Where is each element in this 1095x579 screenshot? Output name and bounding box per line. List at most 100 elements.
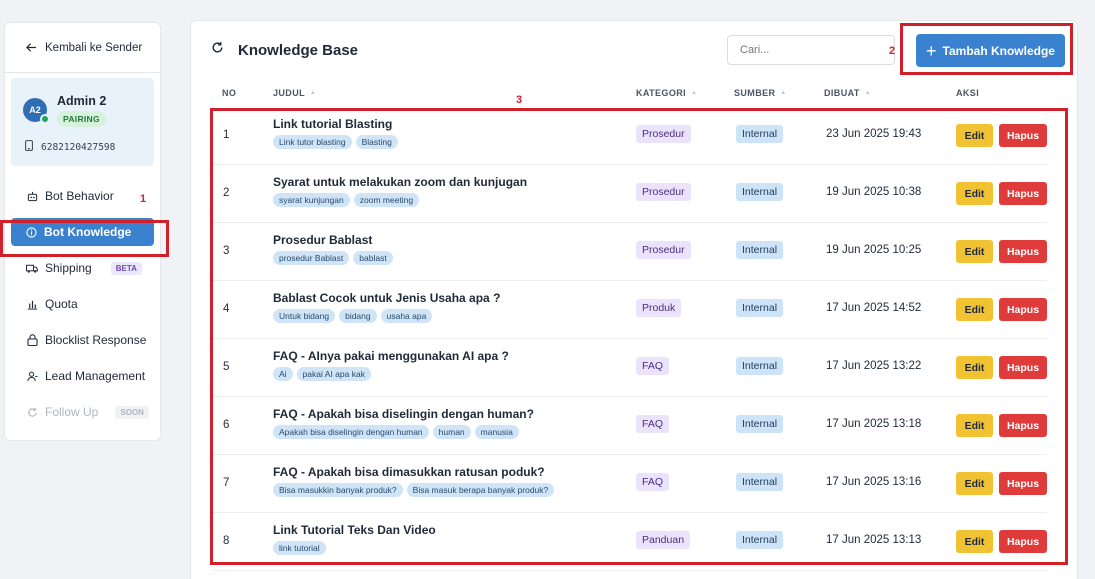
edit-button[interactable]: Edit [956, 356, 993, 379]
row-number: 6 [223, 419, 230, 431]
source-badge: Internal [736, 531, 784, 549]
column-header-kategori[interactable]: KATEGORI ▲ [636, 88, 697, 98]
edit-button[interactable]: Edit [956, 414, 993, 437]
annotation-number-1: 1 [140, 193, 147, 205]
column-header-judul[interactable]: JUDUL ▲ [273, 88, 316, 98]
edit-button[interactable]: Edit [956, 240, 993, 263]
row-tags: link tutorial [273, 541, 326, 555]
source-badge: Internal [736, 357, 784, 375]
table-row: 6 FAQ - Apakah bisa diselingin dengan hu… [211, 397, 1047, 455]
column-header-no: NO [222, 88, 237, 98]
created-date: 17 Jun 2025 13:13 [826, 534, 922, 546]
row-tags: Link tutor blasting Blasting [273, 135, 398, 149]
sidebar-item-label: Lead Management [45, 369, 146, 383]
tag-chip: syarat kunjungan [273, 193, 350, 207]
delete-button[interactable]: Hapus [999, 124, 1047, 147]
annotation-number-2: 2 [889, 45, 896, 57]
row-number: 3 [223, 245, 230, 257]
plus-icon: + [926, 40, 937, 61]
knowledge-base-panel: Knowledge Base + Tambah Knowledge NO JUD… [190, 20, 1078, 579]
phone-number: 6282120427598 [41, 141, 116, 153]
back-to-sender-link[interactable]: Kembali ke Sender [5, 23, 160, 73]
edit-button[interactable]: Edit [956, 472, 993, 495]
tag-chip: zoom meeting [353, 193, 420, 207]
tag-chip: Link tutor blasting [273, 135, 352, 149]
sidebar-item-bot-behavior[interactable]: Bot Behavior [5, 178, 160, 214]
category-badge: Panduan [636, 531, 691, 549]
sort-icon: ▲ [310, 90, 317, 96]
sidebar-item-follow-up: Follow Up SOON [5, 394, 160, 430]
created-date: 23 Jun 2025 19:43 [826, 128, 922, 140]
delete-button[interactable]: Hapus [999, 298, 1047, 321]
row-number: 5 [223, 361, 230, 373]
row-number: 7 [223, 477, 230, 489]
source-badge: Internal [736, 473, 784, 491]
table-row: 8 Link Tutorial Teks Dan Video link tuto… [211, 513, 1047, 571]
phone-icon [25, 140, 33, 154]
sidebar-item-blocklist-response[interactable]: Blocklist Response [5, 322, 160, 358]
back-label: Kembali ke Sender [45, 41, 143, 54]
arrow-left-icon [25, 42, 37, 54]
created-date: 19 Jun 2025 10:38 [826, 186, 922, 198]
sidebar-item-shipping[interactable]: Shipping BETA [5, 250, 160, 286]
delete-button[interactable]: Hapus [999, 182, 1047, 205]
category-badge: FAQ [636, 415, 670, 433]
row-title: FAQ - Apakah bisa dimasukkan ratusan pod… [273, 465, 545, 479]
row-number: 2 [223, 187, 230, 199]
edit-button[interactable]: Edit [956, 124, 993, 147]
row-title: FAQ - Apakah bisa diselingin dengan huma… [273, 407, 534, 421]
profile-name: Admin 2 [57, 94, 107, 108]
row-tags: Untuk bidang bidang usaha apa [273, 309, 433, 323]
table-row: 4 Bablast Cocok untuk Jenis Usaha apa ? … [211, 281, 1047, 339]
tag-chip: manusia [474, 425, 519, 439]
created-date: 17 Jun 2025 14:52 [826, 302, 922, 314]
online-status-dot [40, 114, 50, 124]
sort-icon: ▲ [691, 90, 698, 96]
column-header-aksi: AKSI [956, 88, 980, 98]
sidebar-item-label: Bot Knowledge [44, 225, 132, 239]
robot-icon [26, 190, 38, 202]
tag-chip: Apakah bisa diselingin dengan human [273, 425, 429, 439]
table-header: NO JUDUL ▲ KATEGORI ▲ SUMBER ▲ DIBUAT ▲ AKSI [191, 81, 1079, 107]
edit-button[interactable]: Edit [956, 182, 993, 205]
edit-button[interactable]: Edit [956, 530, 993, 553]
row-tags: Apakah bisa diselingin dengan human human… [273, 425, 519, 439]
delete-button[interactable]: Hapus [999, 530, 1047, 553]
table-row: 7 FAQ - Apakah bisa dimasukkan ratusan p… [211, 455, 1047, 513]
tag-chip: link tutorial [273, 541, 326, 555]
tag-chip: Bisa masuk berapa banyak produk? [406, 483, 555, 497]
category-badge: Prosedur [636, 183, 691, 201]
row-title: Syarat untuk melakukan zoom dan kunjugan [273, 175, 528, 189]
tag-chip: Bisa masukkin banyak produk? [273, 483, 403, 497]
tag-chip: pakai AI apa kak [296, 367, 371, 381]
beta-badge: BETA [110, 261, 142, 275]
source-badge: Internal [736, 183, 784, 201]
sort-icon: ▲ [864, 90, 872, 96]
column-header-dibuat[interactable]: DIBUAT ▲ [824, 88, 871, 98]
delete-button[interactable]: Hapus [999, 240, 1047, 263]
row-number: 1 [223, 129, 230, 141]
category-badge: FAQ [636, 357, 670, 375]
row-number: 8 [223, 535, 230, 547]
source-badge: Internal [736, 241, 784, 259]
refresh-icon[interactable] [211, 41, 224, 59]
sidebar-item-bot-knowledge[interactable]: Bot Knowledge [11, 218, 154, 246]
delete-button[interactable]: Hapus [999, 414, 1047, 437]
profile-card: A2 Admin 2 PAIRING 6282120427598 [11, 78, 154, 166]
delete-button[interactable]: Hapus [999, 356, 1047, 379]
delete-button[interactable]: Hapus [999, 472, 1047, 495]
sidebar-item-lead-management[interactable]: Lead Management [5, 358, 160, 394]
info-circle-icon [25, 226, 37, 238]
truck-icon [26, 262, 38, 274]
sort-icon: ▲ [780, 90, 787, 96]
add-knowledge-button[interactable]: + Tambah Knowledge [916, 34, 1065, 67]
tag-chip: Blasting [355, 135, 398, 149]
sidebar-item-quota[interactable]: Quota [5, 286, 160, 322]
page-title: Knowledge Base [238, 41, 359, 59]
search-input[interactable] [727, 35, 895, 65]
row-title: Link Tutorial Teks Dan Video [273, 523, 436, 537]
sidebar-nav: Bot Behavior Bot Knowledge Shipping BETA… [5, 178, 160, 430]
user-icon [26, 370, 38, 382]
edit-button[interactable]: Edit [956, 298, 993, 321]
column-header-sumber[interactable]: SUMBER ▲ [734, 88, 787, 98]
